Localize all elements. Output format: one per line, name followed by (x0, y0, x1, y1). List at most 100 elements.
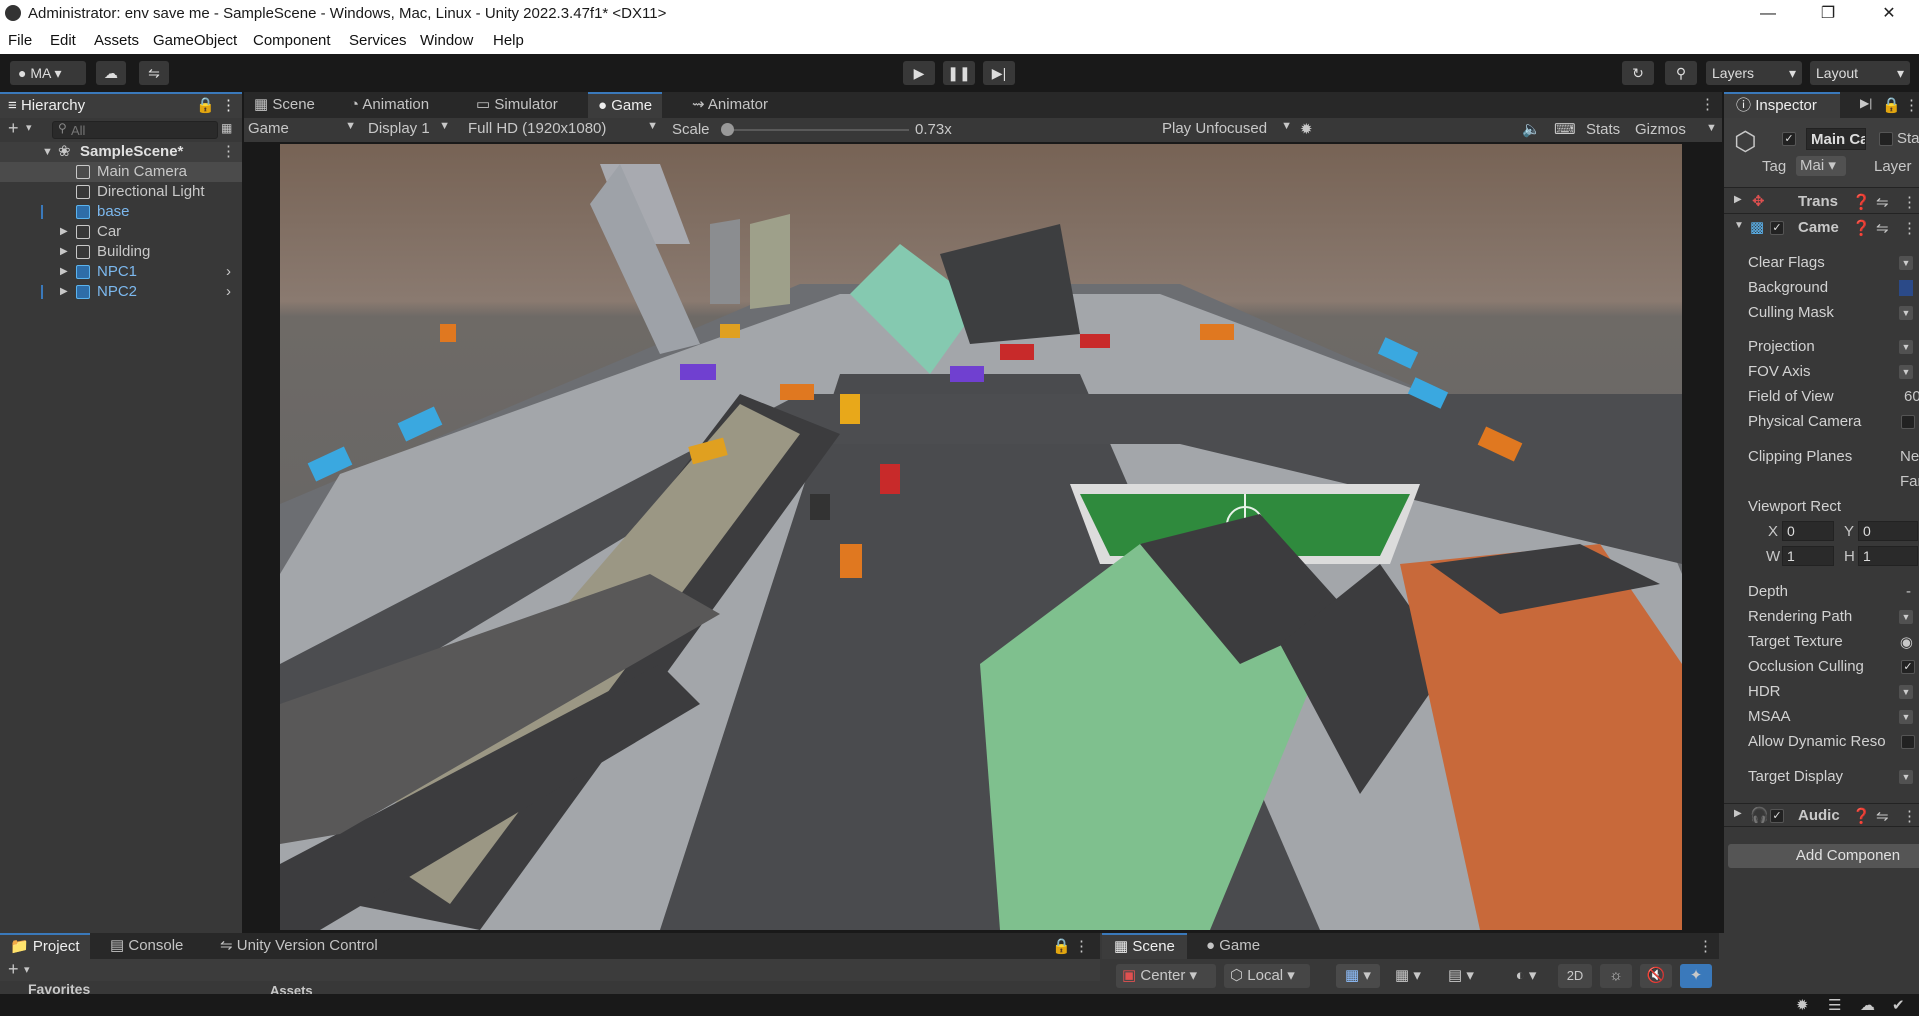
list-item[interactable]: Directional Light (0, 182, 242, 202)
menu-file[interactable]: File (8, 32, 32, 49)
tab-hierarchy[interactable]: ≡ Hierarchy 🔒 ⋮ (0, 92, 242, 118)
list-item[interactable]: base (0, 202, 242, 222)
expand-arrow-icon[interactable]: ▼ (1734, 220, 1744, 231)
menu-assets[interactable]: Assets (94, 32, 139, 49)
component-enabled-checkbox[interactable]: ✓ (1770, 221, 1784, 235)
expand-arrow-icon[interactable]: ▶ (60, 282, 68, 302)
object-picker-icon[interactable]: ◉ (1900, 633, 1913, 651)
snap-increment-button[interactable]: ▤ ▾ (1438, 964, 1484, 988)
list-item[interactable]: ▶ Building (0, 242, 242, 262)
object-name-field[interactable] (1806, 128, 1866, 150)
add-component-button[interactable]: Add Componen (1728, 844, 1919, 868)
search-options-icon[interactable]: ▦ (221, 121, 232, 135)
resolution-dropdown[interactable]: Full HD (1920x1080) ▼ (468, 120, 658, 137)
rendering-path-dropdown[interactable]: ▼ (1899, 610, 1913, 624)
scene-row[interactable]: ▼ ❀ SampleScene* ⋮ (0, 142, 242, 162)
help-icon[interactable]: ❓ (1852, 193, 1871, 211)
list-item[interactable]: ▶ NPC2 › (0, 282, 242, 302)
display-dropdown[interactable]: Display 1 ▼ (368, 120, 450, 137)
tab-game[interactable]: ● Game (588, 92, 663, 118)
kebab-menu-icon[interactable]: ⋮ (1902, 807, 1917, 825)
tab-simulator[interactable]: ▭ Simulator (476, 92, 558, 118)
tab-version-control[interactable]: ⇋ Unity Version Control (220, 933, 378, 959)
help-icon[interactable]: ❓ (1852, 807, 1871, 825)
preset-icon[interactable]: ⇋ (1876, 219, 1889, 237)
tab-inspector[interactable]: ⓘ Inspector (1724, 92, 1840, 118)
toggle-2d-button[interactable]: 2D (1558, 964, 1592, 988)
layers-stack-icon[interactable]: ☰ (1828, 996, 1841, 1014)
search-button[interactable]: ⚲ (1665, 61, 1697, 85)
cloud-sync-icon[interactable]: ☁ (1860, 996, 1875, 1014)
effects-toggle-button[interactable]: ✦ (1680, 964, 1712, 988)
expand-arrow-icon[interactable]: ▶ (60, 222, 68, 242)
gizmos-button[interactable]: Gizmos (1635, 121, 1686, 138)
projection-dropdown[interactable]: ▼ (1899, 340, 1913, 354)
minimize-button[interactable]: — (1745, 0, 1791, 28)
space-dropdown[interactable]: ⬡ Local ▾ (1224, 964, 1310, 988)
fov-axis-dropdown[interactable]: ▼ (1899, 365, 1913, 379)
component-header-camera[interactable]: ▼ ▩ ✓ Came ❓ ⇋ ⋮ (1724, 216, 1919, 240)
add-icon[interactable]: + (8, 959, 19, 980)
expand-arrow-icon[interactable]: ▶ (60, 242, 68, 262)
menu-gameobject[interactable]: GameObject (153, 32, 237, 49)
list-item[interactable]: Main Camera (0, 162, 242, 182)
active-checkbox[interactable]: ✓ (1782, 132, 1796, 146)
kebab-menu-icon[interactable]: ⋮ (1074, 937, 1089, 955)
kebab-menu-icon[interactable]: ⋮ (1902, 193, 1917, 211)
lighting-toggle-button[interactable]: ☼ (1600, 964, 1632, 988)
expand-arrow-icon[interactable]: ▶ (1734, 194, 1742, 205)
msaa-dropdown[interactable]: ▼ (1899, 710, 1913, 724)
debug-off-icon[interactable]: ✹ (1796, 996, 1809, 1014)
chevron-right-icon[interactable]: ▶| (1860, 96, 1872, 110)
occlusion-culling-checkbox[interactable]: ✓ (1901, 660, 1915, 674)
step-button[interactable]: ▶| (983, 61, 1015, 85)
tab-animator[interactable]: ⇝ Animator (692, 92, 768, 118)
audio-toggle-button[interactable]: 🔇 (1640, 964, 1672, 988)
layers-dropdown[interactable]: Layers ▾ (1706, 61, 1802, 85)
chevron-down-icon[interactable]: ▼ (1706, 122, 1717, 134)
vp-y-field[interactable] (1858, 521, 1918, 541)
chevron-down-icon[interactable]: ▾ (24, 963, 30, 976)
game-mode-dropdown[interactable]: Game ▼ (248, 120, 356, 137)
menu-component[interactable]: Component (253, 32, 331, 49)
check-circle-icon[interactable]: ✔ (1892, 996, 1905, 1014)
static-checkbox[interactable] (1879, 132, 1893, 146)
chevron-right-icon[interactable]: › (226, 282, 231, 302)
shading-mode-button[interactable]: ◐ ▾ (1506, 964, 1546, 988)
grid-snap-button[interactable]: ▦ ▾ (1336, 964, 1380, 988)
lock-icon[interactable]: 🔒 (196, 94, 215, 118)
chevron-right-icon[interactable]: › (226, 262, 231, 282)
target-display-dropdown[interactable]: ▼ (1899, 770, 1913, 784)
kebab-menu-icon[interactable]: ⋮ (1902, 219, 1917, 237)
keyboard-icon[interactable]: ⌨ (1554, 120, 1576, 138)
expand-arrow-icon[interactable]: ▶ (60, 262, 68, 282)
vp-x-field[interactable] (1782, 521, 1834, 541)
kebab-menu-icon[interactable]: ⋮ (1700, 92, 1715, 118)
tab-console[interactable]: ▤ Console (110, 933, 183, 959)
list-item[interactable]: ▶ Car (0, 222, 242, 242)
lock-icon[interactable]: 🔒 (1882, 96, 1901, 114)
history-button[interactable]: ↻ (1622, 61, 1654, 85)
tab-scene[interactable]: ▦ Scene (1102, 933, 1187, 959)
maximize-button[interactable]: ❐ (1805, 0, 1851, 28)
fov-value[interactable]: 60 (1904, 388, 1919, 405)
tab-animation[interactable]: ◔ Animation (350, 92, 429, 118)
tag-dropdown[interactable]: Mai ▾ (1796, 156, 1846, 176)
tab-scene[interactable]: ▦ Scene (254, 92, 315, 118)
scale-slider-handle[interactable] (721, 123, 734, 136)
component-header-audio[interactable]: ▶ 🎧 ✓ Audic ❓ ⇋ ⋮ (1724, 803, 1919, 827)
menu-help[interactable]: Help (493, 32, 524, 49)
add-icon[interactable]: + (8, 118, 19, 139)
play-button[interactable]: ▶ (903, 61, 935, 85)
dynamic-resolution-checkbox[interactable] (1901, 735, 1915, 749)
physical-camera-checkbox[interactable] (1901, 415, 1915, 429)
bug-icon[interactable]: ✹ (1300, 120, 1313, 138)
component-enabled-checkbox[interactable]: ✓ (1770, 809, 1784, 823)
tab-project[interactable]: 📁 Project (0, 933, 90, 959)
close-button[interactable]: ✕ (1866, 0, 1912, 28)
stats-button[interactable]: Stats (1586, 121, 1620, 138)
tab-game[interactable]: ● Game (1206, 933, 1260, 959)
pivot-dropdown[interactable]: ▣ Center ▾ (1116, 964, 1216, 988)
pause-button[interactable]: ❚❚ (943, 61, 975, 85)
menu-edit[interactable]: Edit (50, 32, 76, 49)
